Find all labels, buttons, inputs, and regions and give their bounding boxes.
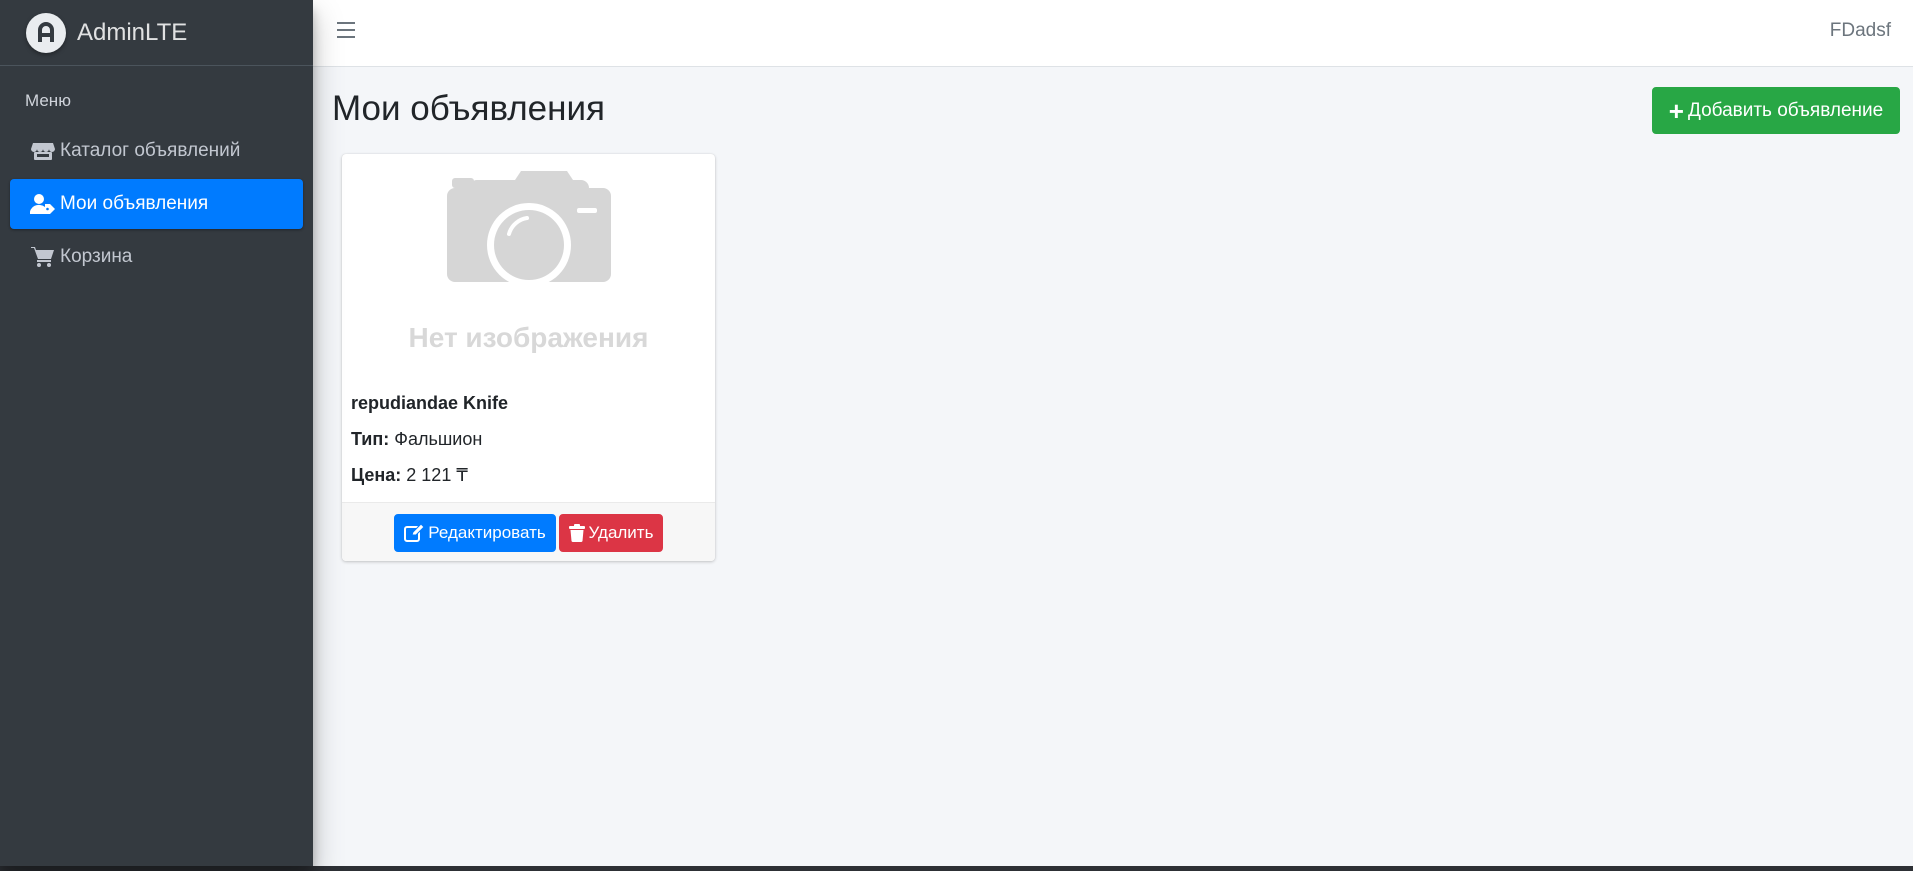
no-image-text: Нет изображения <box>408 322 649 353</box>
delete-listing-label: Удалить <box>588 523 654 542</box>
user-tag-icon <box>30 193 56 215</box>
sidebar-item-label: Мои объявления <box>60 193 209 214</box>
shopping-cart-icon <box>30 246 56 268</box>
listing-card: Нет изображения repudiandae Knife Тип: Ф… <box>342 154 715 561</box>
brand-text: AdminLTE <box>77 19 187 47</box>
adminlte-logo-icon <box>26 12 66 53</box>
listing-image-placeholder: Нет изображения <box>342 154 715 380</box>
sidebar: AdminLTE Меню Каталог объявлений Мои объ… <box>0 0 313 866</box>
listing-type-value: Фальшион <box>394 429 483 449</box>
delete-listing-button[interactable]: Удалить <box>559 514 663 552</box>
edit-listing-button[interactable]: Редактировать <box>394 514 556 552</box>
add-listing-label: Добавить объявление <box>1687 99 1884 121</box>
sidebar-item-cart[interactable]: Корзина <box>10 232 303 282</box>
edit-icon <box>404 524 425 542</box>
user-menu[interactable]: FDadsf <box>1830 20 1891 42</box>
listing-price-value: 2 121 ₸ <box>406 465 468 485</box>
menu-header: Меню <box>25 91 71 110</box>
listing-card-footer: Редактировать Удалить <box>342 502 715 561</box>
sidebar-item-label: Каталог объявлений <box>60 140 241 161</box>
listing-title: repudiandae Knife <box>351 393 509 413</box>
listing-type-label: Тип: <box>351 429 390 449</box>
bottom-edge <box>0 866 1913 871</box>
listing-price-label: Цена: <box>351 465 402 485</box>
listing-price: Цена: 2 121 ₸ <box>351 465 508 489</box>
edit-listing-label: Редактировать <box>428 523 546 542</box>
hamburger-icon[interactable] <box>337 22 355 38</box>
plus-icon: + <box>1668 95 1684 126</box>
sidebar-item-my-listings[interactable]: Мои объявления <box>10 179 303 229</box>
sidebar-item-catalog[interactable]: Каталог объявлений <box>10 126 303 176</box>
brand-link[interactable]: AdminLTE <box>0 0 313 66</box>
trash-icon <box>568 524 585 542</box>
store-icon <box>30 140 56 162</box>
listing-type: Тип: Фальшион <box>351 429 508 453</box>
top-navbar: FDadsf <box>313 0 1913 67</box>
app-root: AdminLTE Меню Каталог объявлений Мои объ… <box>0 0 1913 871</box>
listing-card-body: repudiandae Knife Тип: Фальшион Цена: 2 … <box>351 393 508 501</box>
brand-name-bold: Admin <box>77 18 146 46</box>
page-title: Мои объявления <box>332 89 605 128</box>
sidebar-item-label: Корзина <box>60 246 133 267</box>
brand-name-light: LTE <box>145 18 188 46</box>
add-listing-button[interactable]: + Добавить объявление <box>1652 87 1900 134</box>
